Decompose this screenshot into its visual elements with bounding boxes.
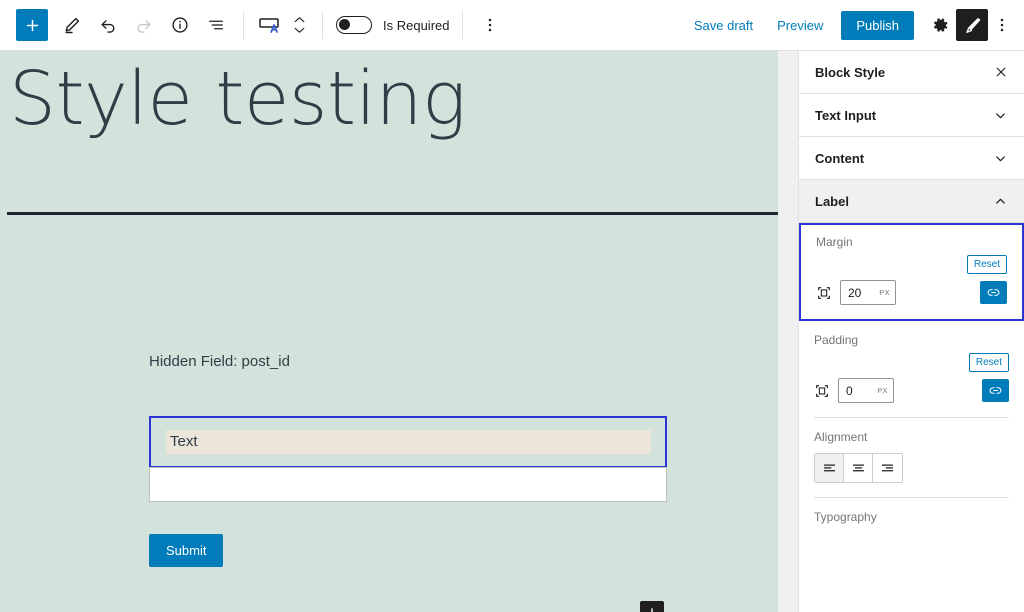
padding-input[interactable]: 0 PX	[838, 378, 894, 403]
toolbar-left-group: Is Required	[0, 0, 508, 51]
typography-label: Typography	[814, 510, 877, 524]
padding-value-row: 0 PX	[814, 378, 1009, 403]
chevron-down-icon	[993, 108, 1008, 123]
padding-label: Padding	[814, 333, 859, 347]
spacing-box-icon	[814, 383, 830, 399]
sidebar-panel-content[interactable]: Content	[799, 137, 1024, 180]
sidebar-panel-block-style[interactable]: Block Style	[799, 51, 1024, 94]
spacing-box-icon	[816, 285, 832, 301]
edit-mode-button[interactable]	[54, 7, 90, 43]
chevron-up-icon	[993, 194, 1008, 209]
sidebar-panel-label[interactable]: Label	[799, 180, 1024, 223]
padding-unit: PX	[877, 386, 888, 395]
padding-link-sides-button[interactable]	[982, 379, 1009, 402]
margin-input[interactable]: 20 PX	[840, 280, 896, 305]
toolbar-divider-2	[322, 11, 323, 39]
padding-value: 0	[846, 383, 853, 398]
submit-button[interactable]: Submit	[149, 534, 224, 567]
block-options-button[interactable]	[472, 7, 508, 43]
toggle-knob	[339, 19, 350, 30]
close-icon[interactable]	[994, 65, 1008, 79]
list-view-button[interactable]	[198, 7, 234, 43]
align-right-button[interactable]	[873, 454, 902, 482]
settings-gear-button[interactable]	[924, 9, 956, 41]
margin-link-sides-button[interactable]	[980, 281, 1007, 304]
margin-value-row: 20 PX	[816, 280, 1007, 305]
padding-reset-button[interactable]: Reset	[968, 353, 1009, 372]
document-info-button[interactable]	[162, 7, 198, 43]
panel-title-text-input: Text Input	[815, 107, 877, 123]
panel-title-block-style: Block Style	[815, 64, 886, 80]
panel-title-label: Label	[815, 193, 849, 209]
align-center-button[interactable]	[844, 454, 873, 482]
editor-toolbar: Is Required Save draft Preview Publish	[0, 0, 1024, 51]
margin-unit: PX	[879, 288, 890, 297]
alignment-button-group	[814, 453, 903, 483]
is-required-toggle[interactable]	[336, 16, 372, 34]
text-input-preview[interactable]	[149, 467, 667, 502]
post-title[interactable]: Style testing	[9, 60, 466, 139]
editor-canvas[interactable]: Style testing Hidden Field: post_id Text…	[0, 51, 778, 612]
is-required-label: Is Required	[383, 17, 450, 33]
add-block-button[interactable]	[16, 9, 48, 41]
is-required-control: Is Required	[332, 7, 453, 43]
align-left-button[interactable]	[815, 454, 844, 482]
margin-value: 20	[848, 285, 862, 300]
sidebar-panel-text-input[interactable]: Text Input	[799, 94, 1024, 137]
alignment-control-group: Alignment	[799, 418, 1024, 497]
title-separator-rule	[7, 212, 778, 215]
margin-reset-row: Reset	[816, 255, 1007, 274]
chevron-down-icon	[993, 151, 1008, 166]
hidden-field-block[interactable]: Hidden Field: post_id	[149, 353, 290, 370]
redo-button[interactable]	[126, 7, 162, 43]
block-mover-button[interactable]	[285, 7, 313, 43]
margin-label: Margin	[816, 235, 853, 249]
typography-control-group[interactable]: Typography	[799, 498, 1024, 540]
padding-reset-row: Reset	[814, 353, 1009, 372]
toolbar-divider-3	[462, 11, 464, 39]
save-draft-button[interactable]: Save draft	[682, 12, 765, 39]
publish-button[interactable]: Publish	[841, 10, 914, 40]
undo-button[interactable]	[90, 7, 126, 43]
preview-button[interactable]: Preview	[765, 12, 835, 39]
block-type-icon-button[interactable]	[253, 7, 285, 43]
label-block-text[interactable]: Text	[166, 430, 651, 454]
styles-paintbrush-button[interactable]	[956, 9, 988, 41]
block-settings-sidebar: Block Style Text Input Content Label Mar…	[798, 51, 1024, 612]
margin-reset-button[interactable]: Reset	[966, 255, 1007, 274]
editor-window: Is Required Save draft Preview Publish S	[0, 0, 1024, 612]
alignment-label: Alignment	[814, 430, 868, 444]
margin-control-group[interactable]: Margin Reset 20 PX	[799, 223, 1024, 321]
toolbar-divider	[243, 11, 244, 39]
panel-title-content: Content	[815, 150, 865, 166]
more-options-button[interactable]	[988, 7, 1016, 43]
selected-label-block[interactable]: Text	[149, 416, 667, 468]
padding-control-group[interactable]: Padding Reset 0 PX	[799, 321, 1024, 417]
toolbar-right-group: Save draft Preview Publish	[682, 0, 1024, 51]
canvas-add-block-button[interactable]	[640, 601, 664, 612]
